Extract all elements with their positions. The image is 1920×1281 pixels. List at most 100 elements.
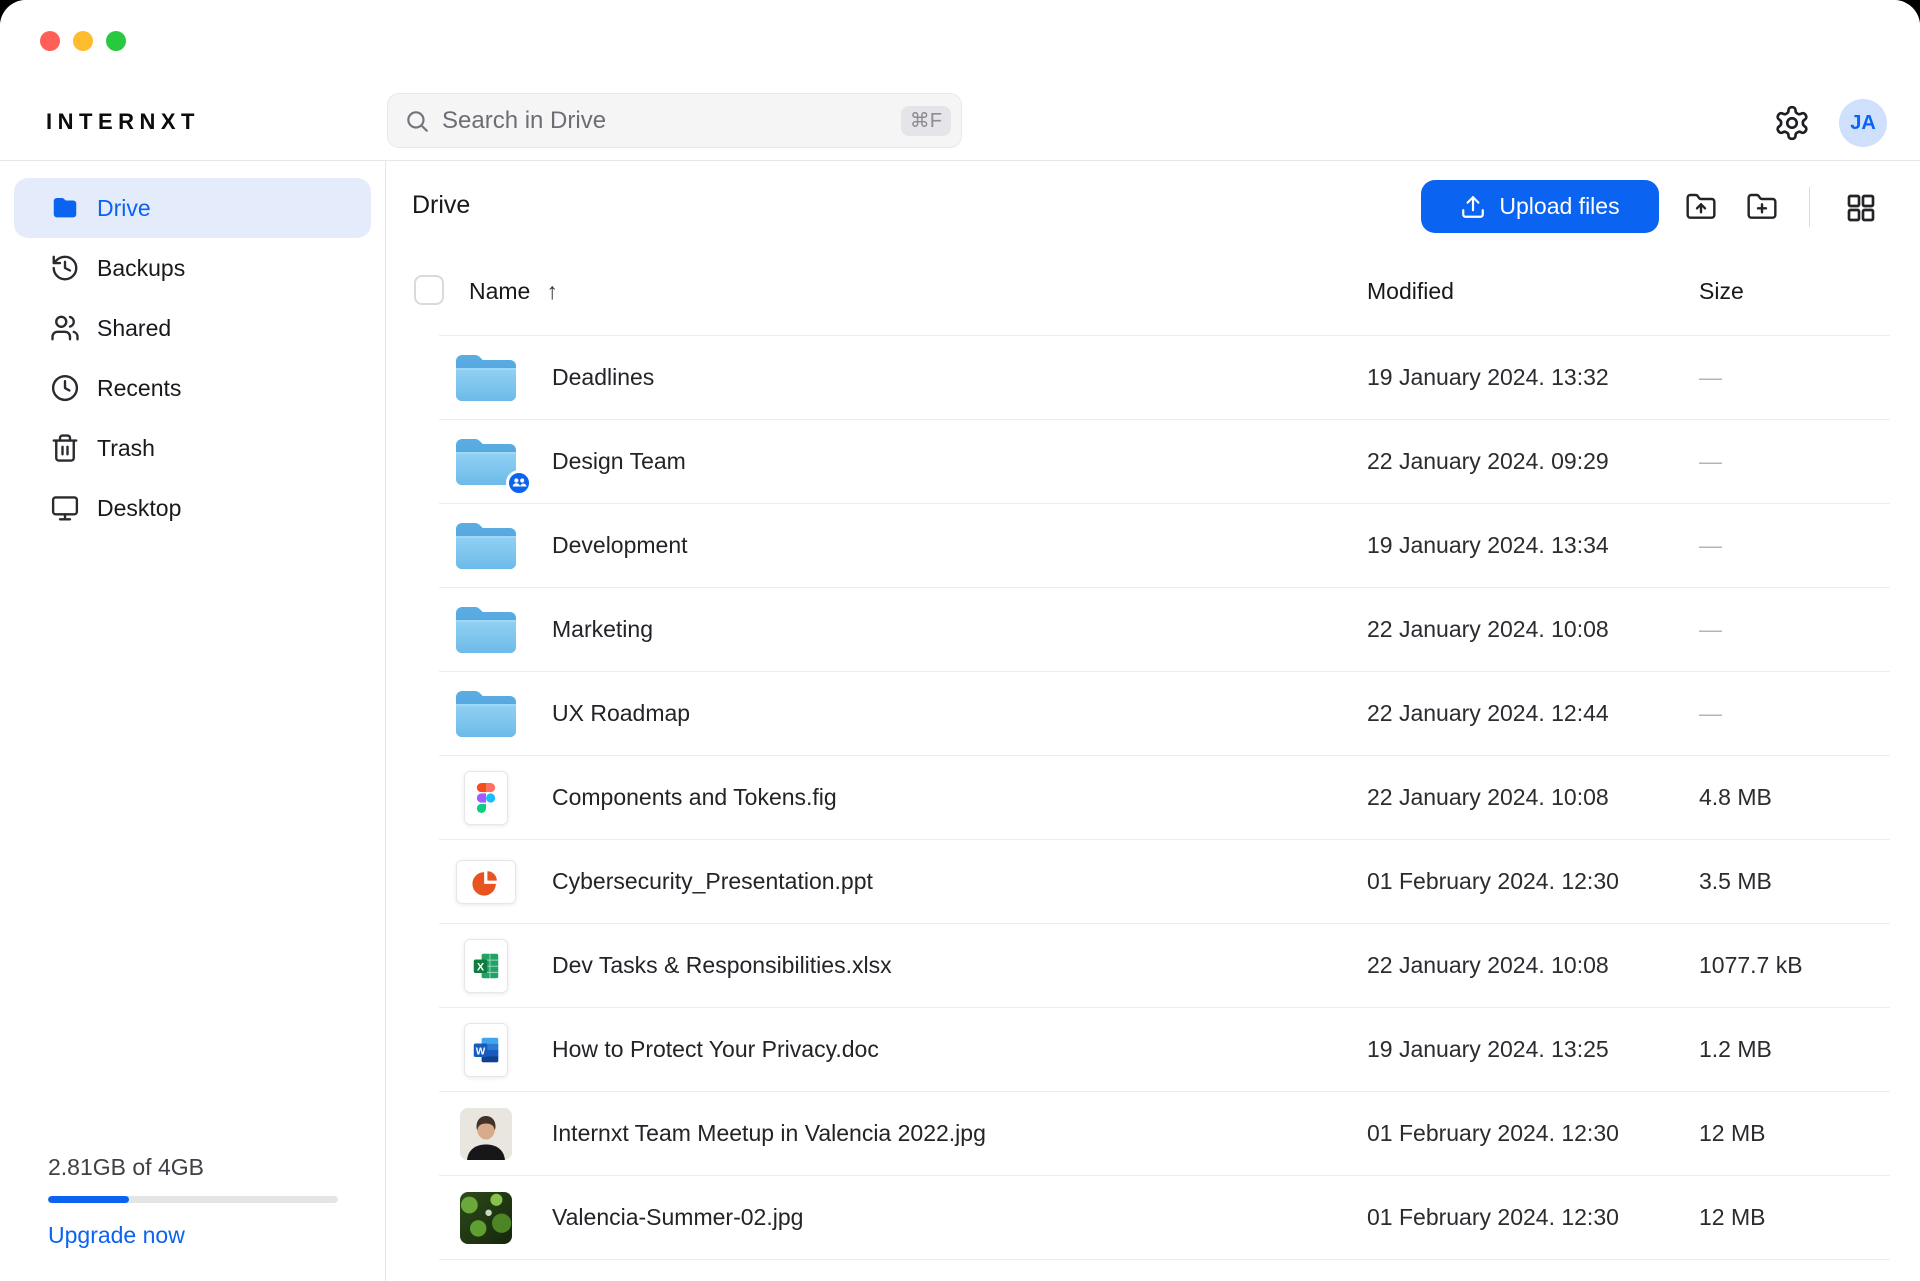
sidebar-item-label: Drive [97,195,151,222]
storage-progress-fill [48,1196,129,1203]
file-name: Development [552,532,688,559]
shared-badge-icon [506,470,532,496]
file-name: Cybersecurity_Presentation.ppt [552,868,873,895]
sort-ascending-icon: ↑ [546,278,558,304]
table-row[interactable]: Deadlines 19 January 2024. 13:32 — [439,336,1890,420]
file-name: Design Team [552,448,686,475]
folder-icon [50,193,80,223]
svg-text:X: X [477,961,485,973]
search-placeholder: Search in Drive [442,107,901,135]
internxt-logo: INTERNXT [46,109,200,135]
photo-thumbnail [460,1108,512,1160]
minimize-window-button[interactable] [73,31,93,51]
zoom-window-button[interactable] [106,31,126,51]
table-row[interactable]: Valencia-Summer-02.jpg 01 February 2024.… [439,1176,1890,1260]
shared-folder-icon [454,432,518,492]
search-shortcut-badge: ⌘F [901,106,951,136]
table-row[interactable]: X Dev Tasks & Responsibilities.xlsx 22 J… [439,924,1890,1008]
file-modified: 22 January 2024. 09:29 [1367,448,1609,475]
sidebar-item-drive[interactable]: Drive [14,178,371,238]
table-row[interactable]: Components and Tokens.fig 22 January 202… [439,756,1890,840]
sidebar-item-desktop[interactable]: Desktop [14,478,371,538]
file-size: — [1699,616,1722,643]
clock-icon [50,373,80,403]
word-file-icon: W [464,1023,508,1077]
sidebar: Drive Backups Shared [0,161,386,1281]
sidebar-item-backups[interactable]: Backups [14,238,371,298]
file-modified: 01 February 2024. 12:30 [1367,1204,1619,1231]
file-modified: 22 January 2024. 10:08 [1367,952,1609,979]
file-modified: 01 February 2024. 12:30 [1367,868,1619,895]
app-body: Drive Backups Shared [0,161,1920,1281]
file-size: — [1699,532,1722,559]
file-name: Deadlines [552,364,654,391]
search-input[interactable]: Search in Drive ⌘F [387,93,962,148]
file-size: 1077.7 kB [1699,952,1803,979]
file-size: 12 MB [1699,1204,1765,1231]
sidebar-item-label: Shared [97,315,171,342]
table-header: Name↑ Modified Size [386,161,1920,335]
file-name: Internxt Team Meetup in Valencia 2022.jp… [552,1120,986,1147]
settings-button[interactable] [1773,104,1811,142]
sidebar-nav: Drive Backups Shared [0,178,385,538]
sidebar-item-shared[interactable]: Shared [14,298,371,358]
users-icon [50,313,80,343]
table-row[interactable]: Internxt Team Meetup in Valencia 2022.jp… [439,1092,1890,1176]
file-name: Dev Tasks & Responsibilities.xlsx [552,952,892,979]
file-size: — [1699,448,1722,475]
file-modified: 19 January 2024. 13:34 [1367,532,1609,559]
file-size: 3.5 MB [1699,868,1772,895]
window-controls [40,31,126,51]
table-row[interactable]: W How to Protect Your Privacy.doc 19 Jan… [439,1008,1890,1092]
sidebar-item-trash[interactable]: Trash [14,418,371,478]
file-size: 12 MB [1699,1120,1765,1147]
folder-icon [454,348,518,408]
select-all-checkbox[interactable] [414,275,444,305]
table-row[interactable]: Marketing 22 January 2024. 10:08 — [439,588,1890,672]
table-row[interactable]: UX Roadmap 22 January 2024. 12:44 — [439,672,1890,756]
file-modified: 22 January 2024. 10:08 [1367,616,1609,643]
powerpoint-file-icon [456,860,516,904]
file-modified: 22 January 2024. 10:08 [1367,784,1609,811]
file-name: Valencia-Summer-02.jpg [552,1204,803,1231]
file-modified: 19 January 2024. 13:25 [1367,1036,1609,1063]
excel-file-icon: X [464,939,508,993]
gear-icon [1773,104,1811,142]
avatar[interactable]: JA [1839,99,1887,147]
trash-icon [50,433,80,463]
table-row[interactable]: Cybersecurity_Presentation.ppt 01 Februa… [439,840,1890,924]
file-name: Marketing [552,616,653,643]
photo-thumbnail [460,1192,512,1244]
table-row[interactable]: Design Team 22 January 2024. 09:29 — [439,420,1890,504]
column-header-name[interactable]: Name↑ [469,278,558,305]
file-size: 4.8 MB [1699,784,1772,811]
sidebar-item-label: Backups [97,255,185,282]
main-pane: Drive Upload files [386,161,1920,1281]
sidebar-item-label: Desktop [97,495,181,522]
upgrade-now-link[interactable]: Upgrade now [48,1222,338,1249]
file-modified: 22 January 2024. 12:44 [1367,700,1609,727]
column-header-size[interactable]: Size [1699,278,1744,305]
storage-progress-bar [48,1196,338,1203]
figma-file-icon [464,771,508,825]
folder-icon [454,516,518,576]
table-row[interactable]: Development 19 January 2024. 13:34 — [439,504,1890,588]
file-modified: 01 February 2024. 12:30 [1367,1120,1619,1147]
storage-widget: 2.81GB of 4GB Upgrade now [48,1154,338,1249]
file-name: Components and Tokens.fig [552,784,837,811]
sidebar-item-label: Recents [97,375,181,402]
history-icon [50,253,80,283]
app-window: INTERNXT Search in Drive ⌘F JA D [0,0,1920,1281]
sidebar-item-recents[interactable]: Recents [14,358,371,418]
column-header-modified[interactable]: Modified [1367,278,1454,305]
search-icon [404,108,430,134]
file-name: How to Protect Your Privacy.doc [552,1036,879,1063]
folder-icon [454,684,518,744]
storage-usage-label: 2.81GB of 4GB [48,1154,338,1181]
file-list: Deadlines 19 January 2024. 13:32 — Desig… [439,335,1890,1260]
svg-text:W: W [476,1046,486,1057]
monitor-icon [50,493,80,523]
close-window-button[interactable] [40,31,60,51]
file-size: 1.2 MB [1699,1036,1772,1063]
file-modified: 19 January 2024. 13:32 [1367,364,1609,391]
